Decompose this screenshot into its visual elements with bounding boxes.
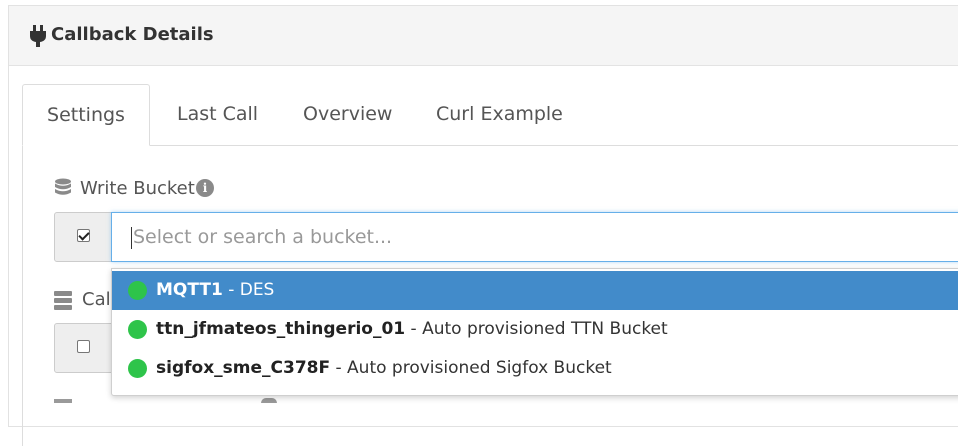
tab-strip: Settings Last Call Overview Curl Example — [22, 84, 958, 146]
option-description: - Auto provisioned Sigfox Bucket — [335, 358, 612, 378]
write-bucket-label: Write Bucket — [80, 178, 195, 199]
panel-title: Callback Details — [51, 24, 214, 45]
plug-icon — [30, 25, 46, 47]
dropdown-option[interactable]: MQTT1 - DES — [112, 271, 958, 310]
dropdown-option[interactable]: ttn_jfmateos_thingerio_01 - Auto provisi… — [112, 310, 958, 349]
option-name: ttn_jfmateos_thingerio_01 — [156, 319, 406, 339]
write-bucket-toggle-addon — [54, 212, 112, 262]
next-field-icon — [54, 399, 72, 403]
dropdown-option[interactable]: sigfox_sme_C378F - Auto provisioned Sigf… — [112, 349, 958, 388]
callback-field-checkbox[interactable] — [77, 340, 90, 353]
bucket-search-input[interactable]: Select or search a bucket... — [111, 212, 958, 262]
bucket-dropdown: MQTT1 - DES ttn_jfmateos_thingerio_01 - … — [111, 268, 958, 396]
option-name: MQTT1 — [156, 280, 223, 300]
status-dot-icon — [128, 320, 147, 339]
database-icon — [55, 178, 71, 195]
status-dot-icon — [128, 281, 147, 300]
tab-curl-example[interactable]: Curl Example — [436, 84, 563, 145]
info-icon[interactable]: i — [196, 179, 214, 197]
option-name: sigfox_sme_C378F — [156, 358, 331, 378]
server-icon — [54, 291, 72, 310]
write-bucket-checkbox[interactable] — [77, 229, 90, 242]
panel-header: Callback Details — [9, 6, 958, 66]
next-field-info-icon — [261, 398, 277, 403]
status-dot-icon — [128, 359, 147, 378]
callback-field-toggle-addon — [54, 323, 112, 373]
text-caret — [131, 227, 132, 249]
option-description: - Auto provisioned TTN Bucket — [410, 319, 668, 339]
tab-settings[interactable]: Settings — [22, 84, 150, 146]
tab-overview[interactable]: Overview — [303, 84, 392, 145]
option-description: - DES — [228, 280, 275, 300]
tab-last-call[interactable]: Last Call — [177, 84, 258, 145]
bucket-search-placeholder: Select or search a bucket... — [133, 226, 393, 248]
